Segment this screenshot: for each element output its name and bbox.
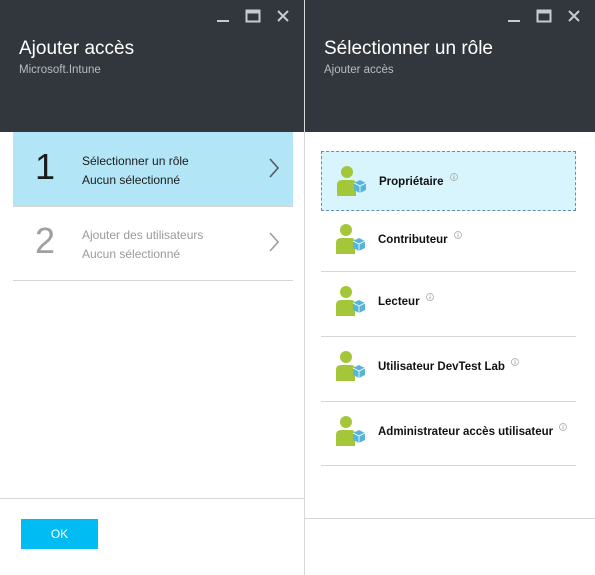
info-icon[interactable]: [449, 173, 458, 181]
minimize-icon: [508, 20, 520, 22]
close-button[interactable]: [268, 6, 298, 26]
blade-add-access: Ajouter accès Microsoft.Intune 1 Sélecti…: [0, 0, 304, 575]
ok-button[interactable]: OK: [21, 519, 98, 549]
close-icon: [568, 10, 580, 22]
info-icon[interactable]: [511, 358, 519, 366]
maximize-icon: [536, 9, 552, 23]
user-role-icon: [336, 351, 365, 381]
user-role-icon: [337, 166, 366, 196]
role-item-devtest-lab-user[interactable]: Utilisateur DevTest Lab: [321, 337, 576, 397]
step-select-role[interactable]: 1 Sélectionner un rôle Aucun sélectionné: [13, 132, 293, 206]
step-divider: [13, 280, 293, 281]
role-item-lecteur[interactable]: Lecteur: [321, 272, 576, 332]
blade-select-role: Sélectionner un rôle Ajouter accès Propr…: [305, 0, 595, 575]
user-role-icon: [336, 286, 365, 316]
blade-header: Ajouter accès Microsoft.Intune: [0, 0, 304, 132]
blade-header: Sélectionner un rôle Ajouter accès: [305, 0, 595, 132]
maximize-button[interactable]: [529, 6, 559, 26]
minimize-icon: [217, 20, 229, 22]
footer-divider: [0, 498, 304, 499]
chevron-right-icon: [269, 232, 279, 252]
maximize-icon: [245, 9, 261, 23]
info-icon[interactable]: [425, 293, 434, 301]
footer-divider: [305, 518, 595, 519]
role-label: Contributeur: [378, 234, 448, 246]
chevron-right-icon: [269, 158, 279, 178]
info-icon[interactable]: [559, 423, 568, 431]
step-status: Aucun sélectionné: [82, 247, 181, 261]
role-label: Propriétaire: [379, 176, 444, 188]
maximize-button[interactable]: [238, 6, 268, 26]
user-role-icon: [336, 224, 365, 254]
close-icon: [277, 10, 289, 22]
close-button[interactable]: [559, 6, 589, 26]
role-item-user-access-admin[interactable]: Administrateur accès utilisateur: [321, 402, 576, 462]
step-title: Sélectionner un rôle: [82, 154, 189, 168]
user-role-icon: [336, 416, 365, 446]
role-divider: [321, 465, 576, 466]
role-label: Lecteur: [378, 296, 420, 308]
blade-title: Sélectionner un rôle: [324, 38, 493, 59]
window-controls: [208, 6, 298, 26]
role-label: Administrateur accès utilisateur: [378, 426, 554, 438]
role-item-contributeur[interactable]: Contributeur: [321, 210, 576, 270]
step-add-users[interactable]: 2 Ajouter des utilisateurs Aucun sélecti…: [13, 206, 293, 280]
blade-title: Ajouter accès: [19, 38, 135, 59]
minimize-button[interactable]: [208, 6, 238, 26]
blade-subtitle: Microsoft.Intune: [19, 64, 101, 76]
info-icon[interactable]: [453, 231, 462, 239]
step-status: Aucun sélectionné: [82, 173, 181, 187]
step-number: 2: [35, 220, 56, 261]
step-number: 1: [35, 146, 56, 187]
minimize-button[interactable]: [499, 6, 529, 26]
blade-subtitle: Ajouter accès: [324, 64, 394, 76]
window-controls: [499, 6, 589, 26]
step-title: Ajouter des utilisateurs: [82, 228, 204, 242]
role-item-proprietaire[interactable]: Propriétaire: [321, 151, 576, 211]
role-label: Utilisateur DevTest Lab: [378, 361, 505, 373]
